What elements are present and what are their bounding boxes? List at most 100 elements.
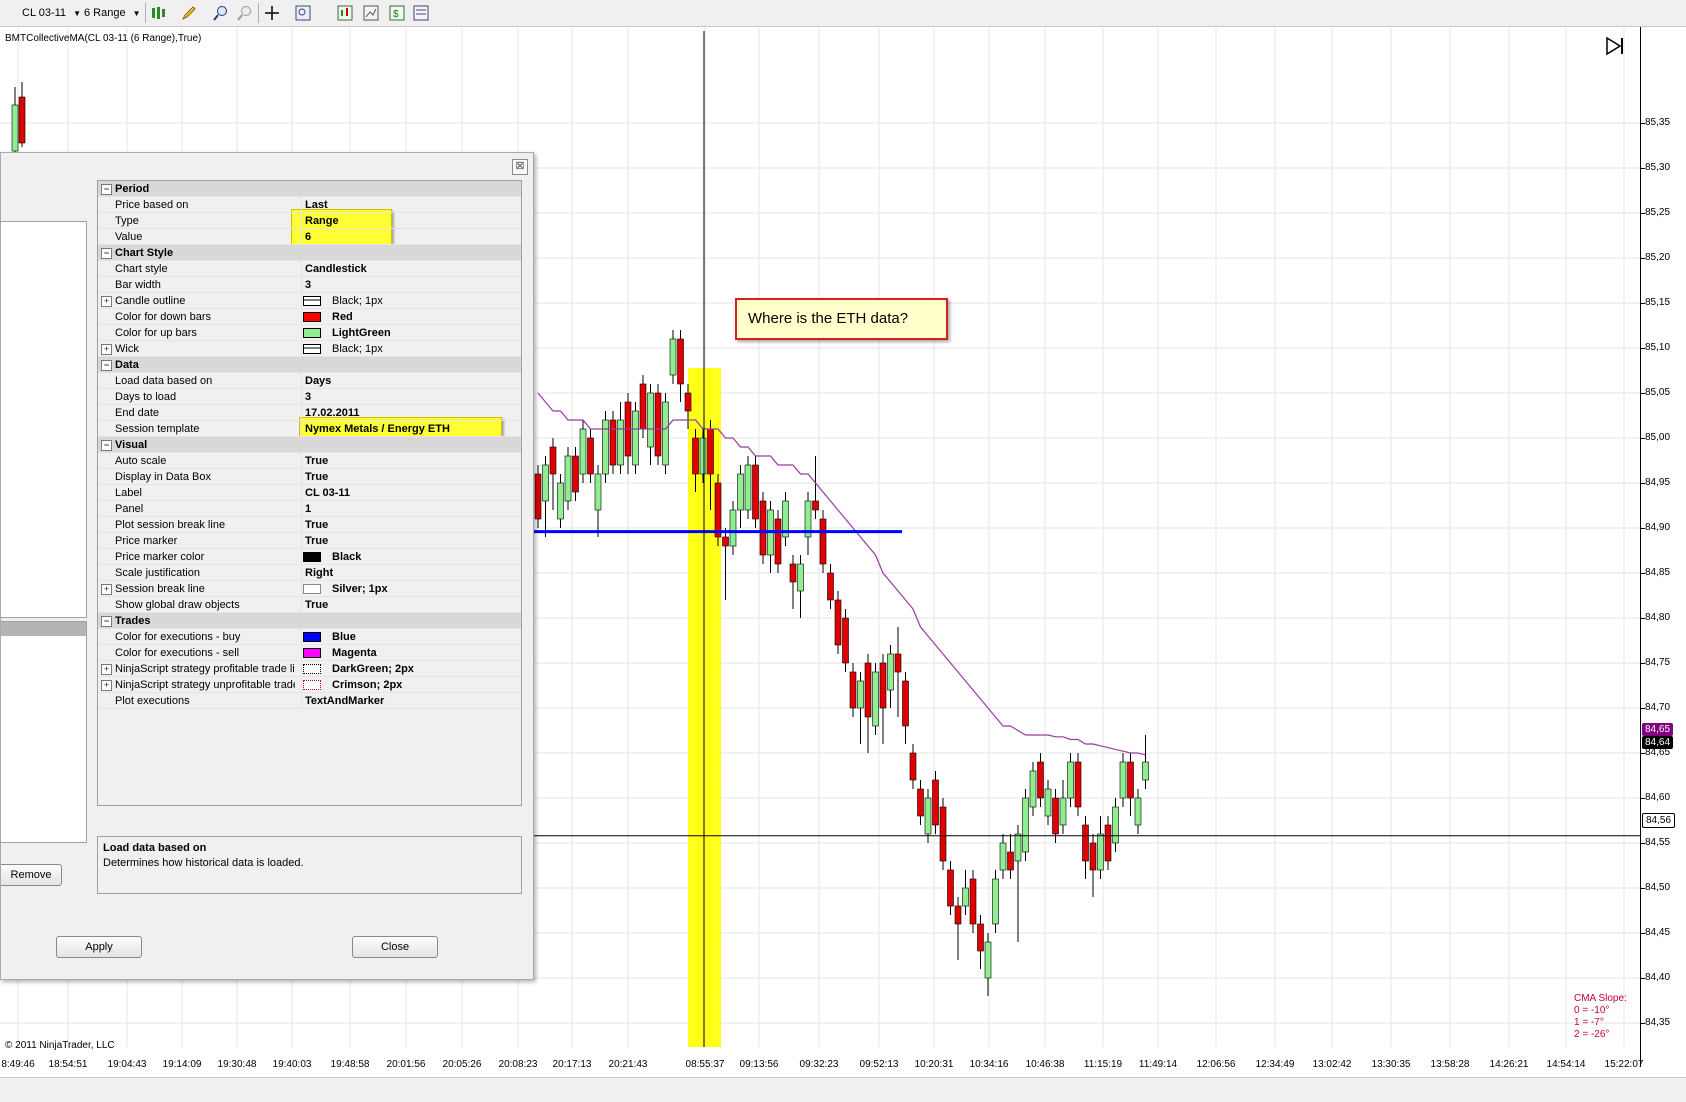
property-row[interactable]: + Session break line Silver; 1px: [98, 581, 521, 597]
property-category[interactable]: − Data: [98, 357, 521, 373]
property-row[interactable]: Display in Data Box True: [98, 469, 521, 485]
property-value[interactable]: True: [301, 453, 520, 469]
property-value[interactable]: Range: [301, 213, 520, 229]
property-row[interactable]: Session template Nymex Metals / Energy ET…: [98, 421, 521, 437]
property-row[interactable]: Plot session break line True: [98, 517, 521, 533]
property-row[interactable]: + NinjaScript strategy profitable trade l…: [98, 661, 521, 677]
selected-items-list[interactable]: [1, 621, 87, 843]
expand-icon[interactable]: +: [101, 344, 112, 355]
data-box-icon[interactable]: [294, 4, 312, 22]
expand-icon[interactable]: +: [101, 296, 112, 307]
property-value[interactable]: True: [301, 533, 520, 549]
close-icon[interactable]: ⊠: [512, 159, 528, 175]
property-row[interactable]: Days to load 3: [98, 389, 521, 405]
property-row[interactable]: Price marker True: [98, 533, 521, 549]
property-value[interactable]: TextAndMarker: [301, 693, 520, 709]
instrument-selector[interactable]: CL 03-11 ▼: [22, 0, 81, 26]
candle-body: [632, 410, 639, 466]
crosshair-icon[interactable]: [263, 4, 281, 22]
collapse-icon[interactable]: −: [101, 248, 112, 259]
property-value[interactable]: Red: [301, 309, 547, 325]
remove-button[interactable]: Remove: [1, 864, 62, 886]
expand-icon[interactable]: +: [101, 664, 112, 675]
expand-icon[interactable]: +: [101, 584, 112, 595]
property-value[interactable]: CL 03-11: [301, 485, 520, 501]
property-row[interactable]: + NinjaScript strategy unprofitable trade…: [98, 677, 521, 693]
property-category[interactable]: − Visual: [98, 437, 521, 453]
annotation-callout[interactable]: Where is the ETH data?: [735, 298, 948, 340]
property-row[interactable]: Color for down bars Red: [98, 309, 521, 325]
property-value[interactable]: 1: [301, 501, 520, 517]
property-value[interactable]: True: [301, 597, 520, 613]
property-value[interactable]: 3: [301, 277, 520, 293]
candle-body: [1097, 833, 1104, 871]
property-value[interactable]: Crimson; 2px: [301, 677, 547, 693]
property-row[interactable]: Chart style Candlestick: [98, 261, 521, 277]
property-grid[interactable]: − Period Price based on Last Type Range Value 6…: [97, 180, 522, 806]
property-value[interactable]: LightGreen: [301, 325, 547, 341]
pencil-icon[interactable]: [180, 4, 198, 22]
collapse-icon[interactable]: −: [101, 360, 112, 371]
property-row[interactable]: Label CL 03-11: [98, 485, 521, 501]
property-row[interactable]: Auto scale True: [98, 453, 521, 469]
property-row[interactable]: Type Range: [98, 213, 521, 229]
property-value[interactable]: Black: [301, 549, 547, 565]
property-value[interactable]: 17.02.2011: [301, 405, 520, 421]
property-row[interactable]: Bar width 3: [98, 277, 521, 293]
period-selector[interactable]: 6 Range ▼: [84, 0, 141, 26]
collapse-icon[interactable]: −: [101, 440, 112, 451]
property-row[interactable]: Price marker color Black: [98, 549, 521, 565]
property-value[interactable]: 3: [301, 389, 520, 405]
property-row[interactable]: Panel 1: [98, 501, 521, 517]
collapse-icon[interactable]: −: [101, 616, 112, 627]
property-value[interactable]: DarkGreen; 2px: [301, 661, 547, 677]
property-value[interactable]: Candlestick: [301, 261, 520, 277]
strategy-icon[interactable]: [412, 4, 430, 22]
list-item[interactable]: [1, 622, 86, 636]
property-row[interactable]: Show global draw objects True: [98, 597, 521, 613]
property-row[interactable]: Price based on Last: [98, 197, 521, 213]
property-row[interactable]: + Wick Black; 1px: [98, 341, 521, 357]
collapse-icon[interactable]: −: [101, 184, 112, 195]
property-row[interactable]: Plot executions TextAndMarker: [98, 693, 521, 709]
property-value[interactable]: True: [301, 517, 520, 533]
property-value[interactable]: Black; 1px: [301, 341, 547, 357]
property-value[interactable]: 6: [301, 229, 520, 245]
property-category[interactable]: − Trades: [98, 613, 521, 629]
property-value[interactable]: Magenta: [301, 645, 547, 661]
property-value[interactable]: Blue: [301, 629, 547, 645]
property-value[interactable]: Last: [301, 197, 520, 213]
property-row[interactable]: Color for executions - buy Blue: [98, 629, 521, 645]
property-row[interactable]: Color for up bars LightGreen: [98, 325, 521, 341]
indicators-icon[interactable]: $: [388, 4, 406, 22]
horizontal-scrollbar[interactable]: [0, 1077, 1686, 1102]
instrument-list-icon[interactable]: [336, 4, 354, 22]
indicator-list[interactable]: [1, 221, 87, 618]
property-row[interactable]: Value 6: [98, 229, 521, 245]
apply-button[interactable]: Apply: [56, 936, 142, 958]
bar-type-icon[interactable]: [150, 4, 168, 22]
property-value[interactable]: True: [301, 469, 520, 485]
property-category[interactable]: − Period: [98, 181, 521, 197]
property-value[interactable]: Silver; 1px: [301, 581, 547, 597]
property-row[interactable]: Load data based on Days: [98, 373, 521, 389]
chart-properties-dialog[interactable]: ⊠ − Period Price based on Last Type Range Valu…: [0, 152, 534, 980]
chart-properties-icon[interactable]: [362, 4, 380, 22]
close-button[interactable]: Close: [352, 936, 438, 958]
property-value[interactable]: Right: [301, 565, 520, 581]
time-axis[interactable]: 8:49:46 18:54:51 19:04:43 19:14:09 19:30:48 1…: [0, 1053, 1643, 1077]
property-value[interactable]: Nymex Metals / Energy ETH: [301, 421, 520, 437]
expand-icon[interactable]: +: [101, 680, 112, 691]
property-row[interactable]: Scale justification Right: [98, 565, 521, 581]
scroll-to-end-icon[interactable]: [1604, 35, 1626, 57]
property-row[interactable]: + Candle outline Black; 1px: [98, 293, 521, 309]
zoom-in-icon[interactable]: [212, 4, 230, 22]
property-value[interactable]: Black; 1px: [301, 293, 547, 309]
property-row[interactable]: End date 17.02.2011: [98, 405, 521, 421]
property-row[interactable]: Color for executions - sell Magenta: [98, 645, 521, 661]
price-tick-label: 84,35: [1645, 1017, 1671, 1028]
zoom-out-icon[interactable]: [236, 4, 254, 22]
property-value[interactable]: Days: [301, 373, 520, 389]
price-axis[interactable]: 85,35 85,30 85,25 85,20 85,15 85,10 85,05 85,00…: [1640, 27, 1686, 1067]
property-category[interactable]: − Chart Style: [98, 245, 521, 261]
